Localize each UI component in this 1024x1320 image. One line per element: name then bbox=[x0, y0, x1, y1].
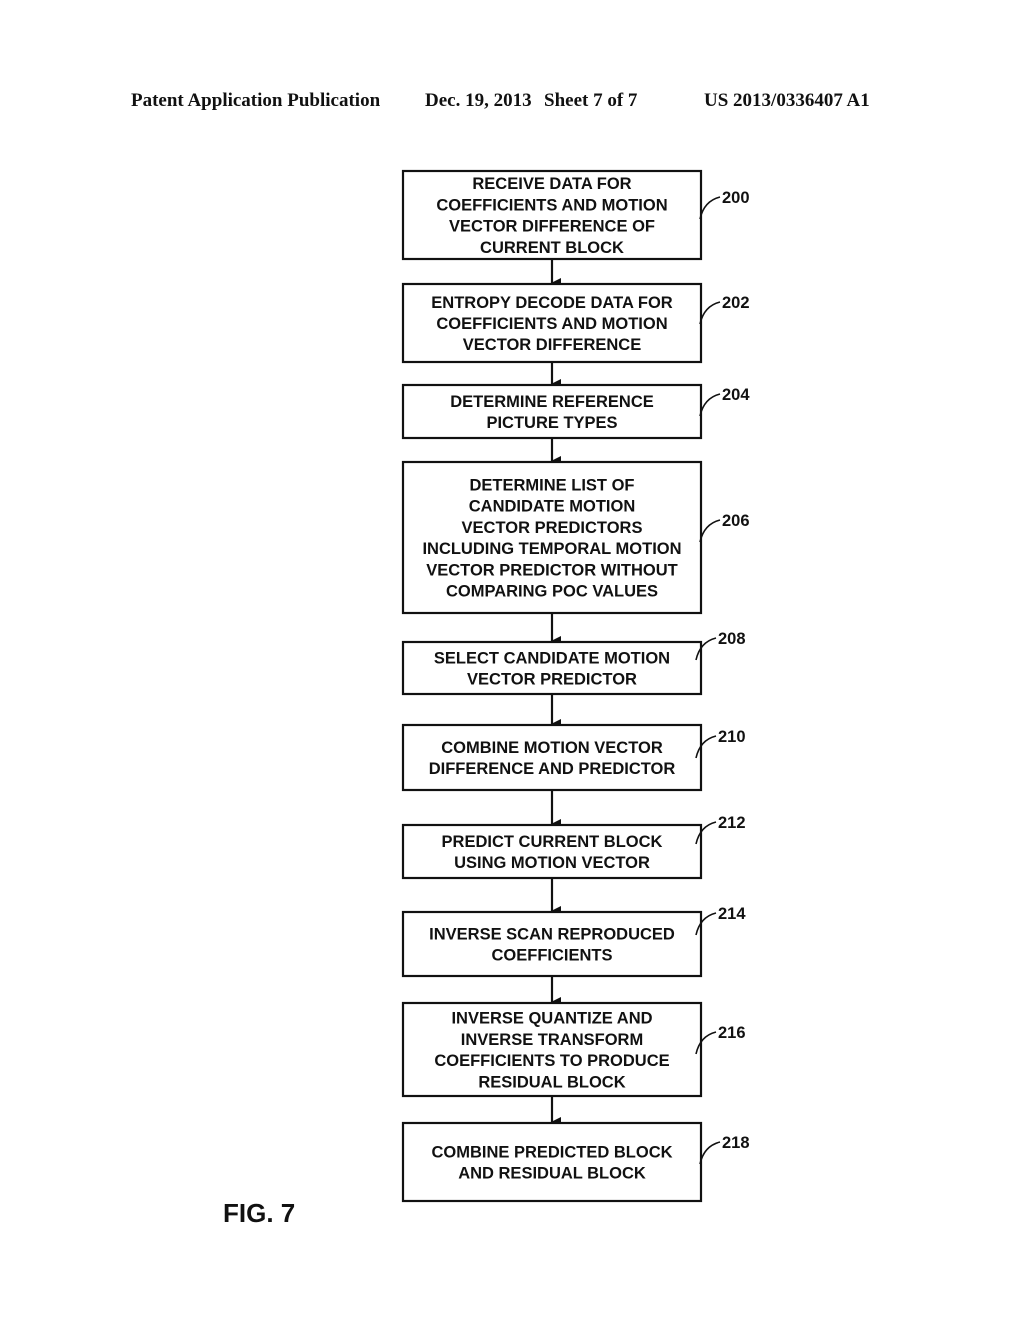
step-text-line: SELECT CANDIDATE MOTION bbox=[434, 649, 670, 667]
step-text-line: VECTOR PREDICTOR bbox=[467, 671, 637, 689]
reference-leader-line bbox=[699, 393, 721, 417]
reference-numeral: 200 bbox=[722, 189, 750, 207]
step-text-line: COEFFICIENTS AND MOTION bbox=[436, 196, 667, 214]
step-text-line: INVERSE TRANSFORM bbox=[461, 1031, 643, 1049]
step-text-line: DIFFERENCE AND PREDICTOR bbox=[429, 760, 676, 778]
reference-numeral: 216 bbox=[718, 1024, 746, 1042]
step-210: COMBINE MOTION VECTOR DIFFERENCE AND PRED… bbox=[401, 723, 746, 792]
step-box bbox=[401, 910, 703, 978]
reference-leader-line bbox=[699, 196, 721, 220]
step-text-line: VECTOR DIFFERENCE OF bbox=[449, 218, 655, 236]
step-text-line: VECTOR PREDICTORS bbox=[462, 519, 643, 537]
reference-numeral: 206 bbox=[722, 512, 750, 530]
reference-numeral: 212 bbox=[718, 814, 746, 832]
step-text-line: COEFFICIENTS AND MOTION bbox=[436, 315, 667, 333]
reference-numeral: 204 bbox=[722, 386, 750, 404]
step-text-line: VECTOR DIFFERENCE bbox=[463, 336, 641, 354]
reference-numeral: 214 bbox=[718, 905, 746, 923]
reference-numeral: 218 bbox=[722, 1134, 750, 1152]
step-text-line: COMPARING POC VALUES bbox=[446, 583, 658, 601]
step-218: COMBINE PREDICTED BLOCK AND RESIDUAL BLOC… bbox=[401, 1121, 750, 1203]
step-text-line: INVERSE SCAN REPRODUCED bbox=[429, 925, 675, 943]
reference-leader-line bbox=[699, 1141, 721, 1165]
step-text-line: ENTROPY DECODE DATA FOR bbox=[431, 294, 672, 312]
step-text-line: CURRENT BLOCK bbox=[480, 239, 624, 257]
step-206: DETERMINE LIST OF CANDIDATE MOTION VECTOR … bbox=[401, 460, 750, 615]
step-text-line: PREDICT CURRENT BLOCK bbox=[442, 833, 663, 851]
step-text-line: COMBINE PREDICTED BLOCK bbox=[431, 1143, 672, 1161]
step-text-line: DETERMINE LIST OF bbox=[470, 477, 635, 495]
step-text-line: RECEIVE DATA FOR bbox=[472, 175, 631, 193]
reference-leader-line bbox=[699, 519, 721, 543]
step-214: INVERSE SCAN REPRODUCED COEFFICIENTS 214 bbox=[401, 905, 746, 978]
step-text-line: INCLUDING TEMPORAL MOTION bbox=[422, 540, 681, 558]
step-text-line: AND RESIDUAL BLOCK bbox=[458, 1165, 646, 1183]
reference-leader-line bbox=[699, 301, 721, 325]
figure-label: FIG. 7 bbox=[223, 1198, 296, 1228]
step-text-line: PICTURE TYPES bbox=[486, 414, 617, 432]
step-text-line: INVERSE QUANTIZE AND bbox=[451, 1010, 652, 1028]
reference-numeral: 202 bbox=[722, 294, 750, 312]
step-212: PREDICT CURRENT BLOCK USING MOTION VECTOR… bbox=[401, 814, 746, 880]
step-202: ENTROPY DECODE DATA FOR COEFFICIENTS AND … bbox=[401, 282, 750, 364]
step-text-line: RESIDUAL BLOCK bbox=[478, 1073, 625, 1091]
step-text-line: COEFFICIENTS TO PRODUCE bbox=[434, 1052, 669, 1070]
step-208: SELECT CANDIDATE MOTION VECTOR PREDICTOR 2… bbox=[401, 630, 746, 696]
step-box bbox=[401, 723, 703, 792]
flowchart: RECEIVE DATA FOR COEFFICIENTS AND MOTION V… bbox=[401, 169, 750, 1203]
reference-numeral: 208 bbox=[718, 630, 746, 648]
step-204: DETERMINE REFERENCE PICTURE TYPES 204 bbox=[401, 383, 750, 440]
step-text-line: DETERMINE REFERENCE bbox=[450, 393, 654, 411]
step-text-line: VECTOR PREDICTOR WITHOUT bbox=[426, 561, 677, 579]
step-text-line: CANDIDATE MOTION bbox=[469, 498, 636, 516]
step-text-line: COEFFICIENTS bbox=[491, 947, 612, 965]
step-text-line: COMBINE MOTION VECTOR bbox=[441, 739, 663, 757]
step-216: INVERSE QUANTIZE AND INVERSE TRANSFORM COE… bbox=[401, 1001, 746, 1098]
reference-numeral: 210 bbox=[718, 728, 746, 746]
step-200: RECEIVE DATA FOR COEFFICIENTS AND MOTION V… bbox=[401, 169, 750, 261]
step-box bbox=[401, 1121, 703, 1203]
step-text-line: USING MOTION VECTOR bbox=[454, 854, 650, 872]
